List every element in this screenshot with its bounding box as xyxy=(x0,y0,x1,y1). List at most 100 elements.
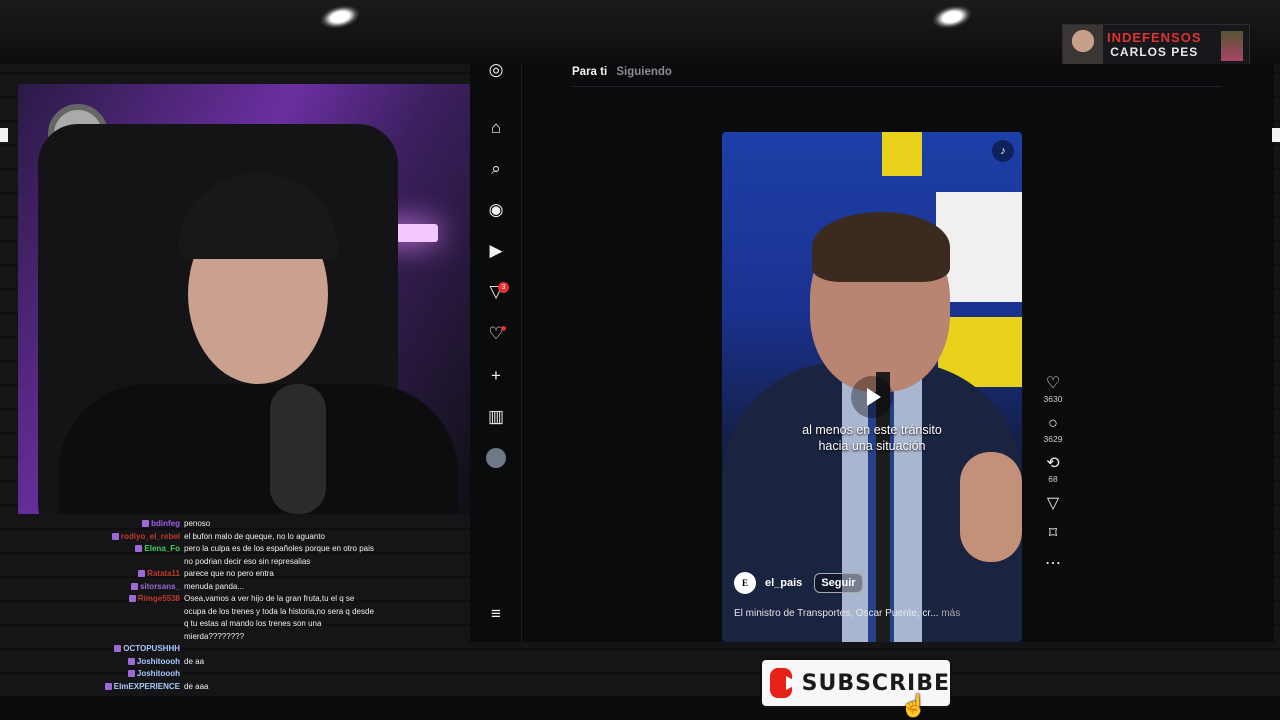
chat-message: OCTOPUSHHH xyxy=(6,643,464,656)
channel-brand-banner: INDEFENSOS CARLOS PES xyxy=(1062,24,1250,66)
chat-message-text: de aaa xyxy=(184,681,209,691)
instagram-icon[interactable]: ◎ xyxy=(486,60,506,80)
play-icon[interactable] xyxy=(851,376,893,418)
repost-action[interactable]: ⟲ 68 xyxy=(1040,454,1066,484)
feed-tabs: Para ti Siguiendo xyxy=(572,66,678,78)
chat-username-text: OCTOPUSHHH xyxy=(123,644,180,653)
profile-avatar[interactable] xyxy=(486,448,506,468)
chat-username[interactable]: rodiyo_el_rebel xyxy=(6,531,184,544)
chat-message: Joshitoooh de aa xyxy=(6,656,464,669)
save-action[interactable]: ⌑ xyxy=(1040,524,1066,544)
stream-chat: bdinfeg penoso rodiyo_el_rebel el bufon mal… xyxy=(0,514,470,720)
explore-icon[interactable]: ◉ xyxy=(486,200,506,220)
subtitle-line-2: hacia una situación xyxy=(818,439,926,453)
reels-icon[interactable]: ▶ xyxy=(486,241,506,261)
edge-light-left xyxy=(0,128,8,142)
chat-message: Joshitoooh xyxy=(6,668,464,681)
chat-username[interactable]: Joshitoooh xyxy=(6,668,184,681)
caption-more-link[interactable]: más xyxy=(941,608,960,619)
search-icon[interactable]: ⌕ xyxy=(486,159,506,179)
chat-username-text: sitorsans_ xyxy=(139,581,180,591)
like-count: 3630 xyxy=(1043,394,1063,404)
chat-username[interactable]: OCTOPUSHHH xyxy=(6,643,184,656)
stream-overlay: INDEFENSOS CARLOS PES bdinfeg penoso rodiy… xyxy=(0,0,1280,720)
chat-message: rodiyo_el_rebel el bufon malo de queque, … xyxy=(6,531,464,544)
share-action[interactable]: ▽ xyxy=(1040,494,1066,514)
chat-username[interactable]: Rimge5538 xyxy=(6,593,184,643)
share-icon[interactable]: ▽ xyxy=(1040,494,1066,514)
chat-username-text: Joshitoooh xyxy=(136,656,180,666)
subscribe-label: SUBSCRIBE xyxy=(801,670,950,696)
dashboard-icon[interactable]: ▥ xyxy=(486,407,506,427)
chat-badge-icon xyxy=(111,532,119,540)
chat-badge-icon xyxy=(128,595,136,603)
sound-icon[interactable]: ♪ xyxy=(992,140,1014,162)
video-player[interactable]: ♪ al menos en este tránsito hacia una si… xyxy=(722,132,1022,642)
microphone xyxy=(270,384,326,514)
tab-para-ti[interactable]: Para ti xyxy=(572,66,607,78)
chat-username-text: bdinfeg xyxy=(151,519,180,528)
account-avatar[interactable]: E xyxy=(734,572,756,594)
chat-message-text: pero la culpa es de los españoles porque… xyxy=(184,544,374,566)
heart-icon[interactable]: ♡ xyxy=(1040,374,1066,394)
chat-message-text: el bufon malo de queque, no lo aguanto xyxy=(184,531,326,541)
chat-message-text xyxy=(184,643,374,656)
chat-badge-icon xyxy=(114,645,122,653)
repost-icon[interactable]: ⟲ xyxy=(1040,454,1066,474)
brand-text: INDEFENSOS CARLOS PES xyxy=(1107,30,1202,60)
chat-badge-icon xyxy=(127,657,135,665)
tab-divider xyxy=(572,86,1222,87)
chat-username[interactable]: Ratata11 xyxy=(6,568,184,581)
speaker-hair xyxy=(812,212,950,282)
webcam-feed xyxy=(18,84,470,514)
ceiling-lamp xyxy=(316,6,364,28)
bottom-strip xyxy=(0,696,1280,720)
notifications-dot xyxy=(501,326,506,331)
bookmark-icon[interactable]: ⌑ xyxy=(1040,524,1066,544)
chat-username-text: ElmEXPERIENCE xyxy=(113,681,180,691)
repost-count: 68 xyxy=(1048,474,1058,484)
chat-badge-icon xyxy=(104,682,112,690)
streamer-avatar xyxy=(1063,25,1103,65)
create-plus-icon[interactable]: + xyxy=(486,366,506,386)
chat-username[interactable]: Elena_Fo xyxy=(6,543,184,568)
chat-username[interactable]: ElmEXPERIENCE xyxy=(6,681,184,694)
chat-username-text: Ratata11 xyxy=(147,569,180,578)
comment-icon[interactable]: ○ xyxy=(1040,414,1066,434)
chat-message: Elena_Fo pero la culpa es de los españole… xyxy=(6,543,464,568)
streamer-body xyxy=(58,384,458,514)
menu-hamburger-icon[interactable]: ≡ xyxy=(486,604,506,624)
chat-message-text: de aa xyxy=(184,656,205,666)
messages-notification-badge: 3 xyxy=(498,282,509,293)
more-dots-icon[interactable]: ⋯ xyxy=(1040,554,1066,574)
account-name[interactable]: el_pais xyxy=(765,577,802,589)
more-options[interactable]: ⋯ xyxy=(1040,554,1066,574)
chat-username-text: Elena_Fo xyxy=(144,544,180,553)
chat-username[interactable]: sitorsans_ xyxy=(6,581,184,594)
speaker-hand xyxy=(960,452,1022,562)
chat-badge-icon xyxy=(135,545,143,553)
chat-message-text: menuda panda... xyxy=(184,581,245,591)
chat-badge-icon xyxy=(142,520,150,528)
chat-message: ElmEXPERIENCE de aaa xyxy=(6,681,464,694)
follow-button[interactable]: Seguir xyxy=(814,573,863,593)
video-account: E el_pais Seguir xyxy=(734,572,863,594)
brand-thumbnail xyxy=(1221,31,1243,61)
edge-light-right xyxy=(1272,128,1280,142)
video-actions: ♡ 3630 ○ 3629 ⟲ 68 ▽ ⌑ ⋯ xyxy=(1040,374,1066,584)
chat-message-text: parece que no pero entra xyxy=(184,569,274,578)
home-icon[interactable]: ⌂ xyxy=(486,118,506,138)
brand-subtitle: CARLOS PES xyxy=(1110,45,1199,59)
chat-username[interactable]: Joshitoooh xyxy=(6,656,184,669)
social-video-app: ◎ ⌂ ⌕ ◉ ▶ ▽ 3 ♡ + ▥ ≡ Para ti Siguiendo xyxy=(470,60,1274,642)
tab-siguiendo[interactable]: Siguiendo xyxy=(616,66,672,78)
chat-username[interactable]: bdinfeg xyxy=(6,518,184,531)
chat-message: Rimge5538 Osea,vamos a ver hijo de la gra… xyxy=(6,593,464,643)
subtitle-line-1: al menos en este tránsito xyxy=(802,423,942,437)
chat-message-text xyxy=(184,668,374,681)
like-action[interactable]: ♡ 3630 xyxy=(1040,374,1066,404)
comment-action[interactable]: ○ 3629 xyxy=(1040,414,1066,444)
set-yellow-panel xyxy=(882,132,922,176)
chat-message-text: Osea,vamos a ver hijo de la gran fruta,t… xyxy=(184,594,374,641)
chat-badge-icon xyxy=(127,670,135,678)
